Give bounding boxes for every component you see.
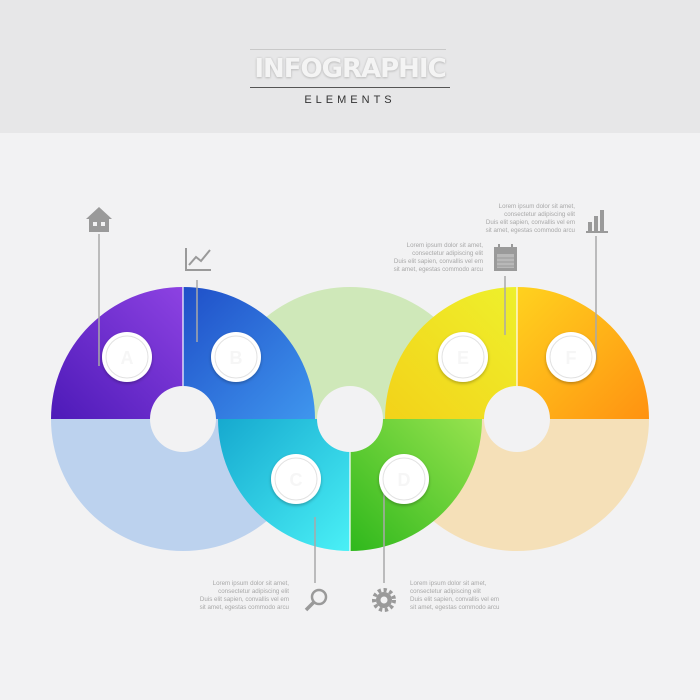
segment-f-letter: F [566,348,577,368]
infographic-rings-diagram: A B C D E F [51,207,649,612]
text-block-bottom-left: Lorem ipsum dolor sit amet, consectetur … [182,580,289,612]
bar-chart-icon [586,210,608,233]
text-line: Duis elit sapien, convallis vel em [199,596,289,603]
text-line: consectetur adipiscing elit [218,588,289,595]
segment-c-letter: C [290,470,303,490]
text-block-top-middle: Lorem ipsum dolor sit amet, consectetur … [376,242,483,274]
text-line: consectetur adipiscing elit [504,211,575,218]
gear-icon [372,588,396,612]
text-line: sit amet, egestas commodo arcu [199,604,289,611]
text-block-top-right: Lorem ipsum dolor sit amet, consectetur … [468,203,575,235]
text-line: Lorem ipsum dolor sit amet, [498,203,575,210]
search-icon [304,588,328,612]
calendar-icon [494,244,517,271]
line-chart-icon [185,248,211,271]
text-line: Lorem ipsum dolor sit amet, [406,242,483,249]
segment-e-letter: E [457,348,469,368]
text-line: consectetur adipiscing elit [410,588,481,595]
segment-b-letter: B [230,348,243,368]
text-line: Duis elit sapien, convallis vel em [410,596,500,603]
text-block-bottom-right: Lorem ipsum dolor sit amet, consectetur … [410,580,517,612]
text-line: consectetur adipiscing elit [412,250,483,257]
text-line: sit amet, egestas commodo arcu [393,266,483,273]
text-line: Lorem ipsum dolor sit amet, [410,580,487,587]
footer-area [0,645,700,700]
text-line: sit amet, egestas commodo arcu [410,604,500,611]
home-icon [86,207,112,232]
segment-d-letter: D [398,470,411,490]
text-line: Lorem ipsum dolor sit amet, [212,580,289,587]
segment-a-letter: A [121,348,134,368]
text-line: Duis elit sapien, convallis vel em [485,219,575,226]
text-line: sit amet, egestas commodo arcu [485,227,575,234]
text-line: Duis elit sapien, convallis vel em [393,258,483,265]
